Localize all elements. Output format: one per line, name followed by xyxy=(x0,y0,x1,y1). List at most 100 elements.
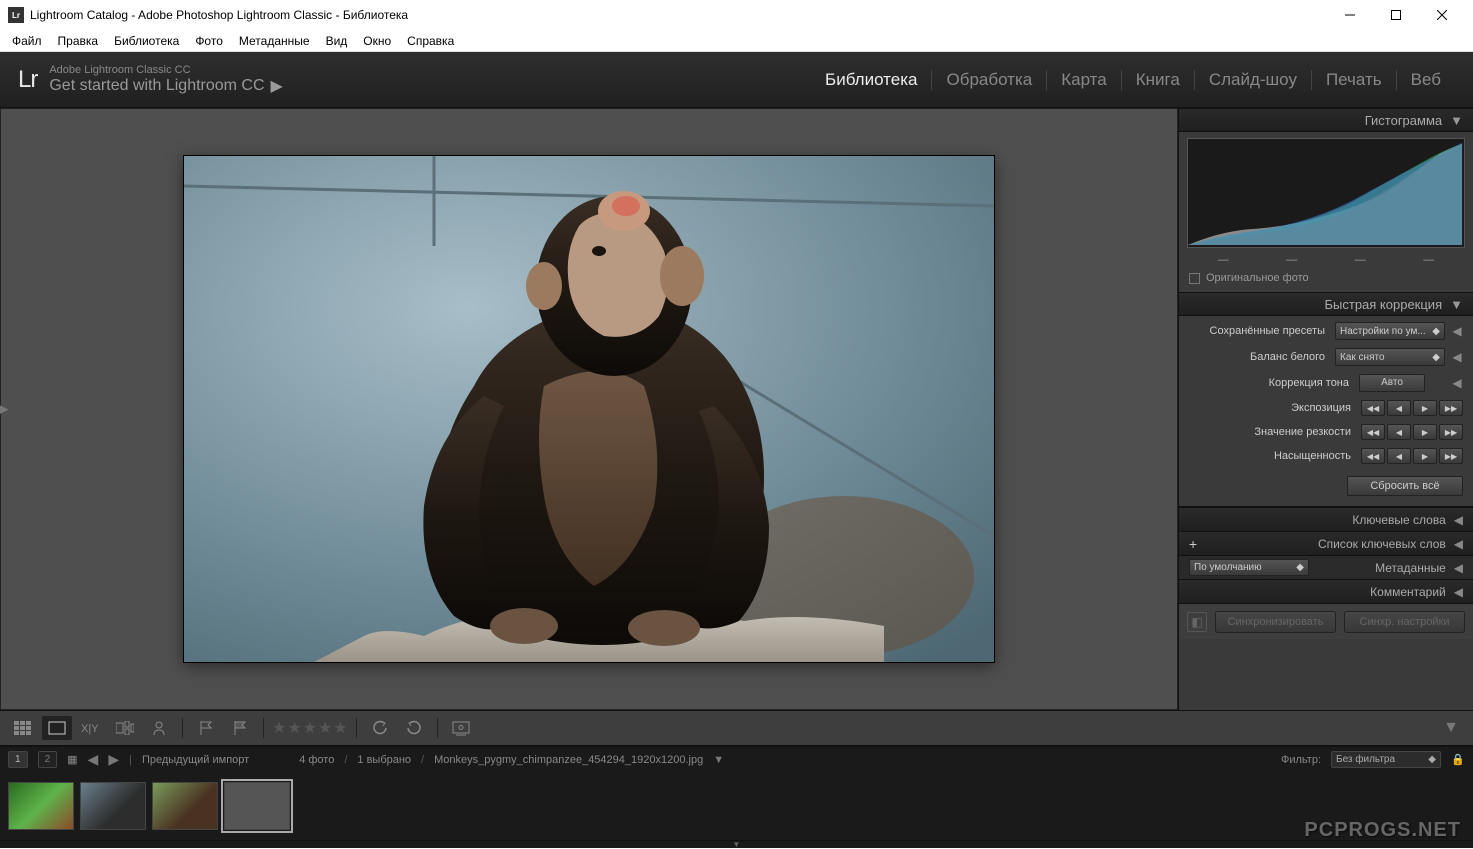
metadata-preset-select[interactable]: По умолчанию◆ xyxy=(1189,559,1309,576)
menu-metadata[interactable]: Метаданные xyxy=(231,31,318,51)
rotate-ccw-button[interactable] xyxy=(365,716,395,740)
exposure-big-plus[interactable]: ▶▶ xyxy=(1439,400,1463,416)
sync-button[interactable]: Синхронизировать xyxy=(1215,611,1336,633)
exposure-big-minus[interactable]: ◀◀ xyxy=(1361,400,1385,416)
histogram-display[interactable] xyxy=(1187,138,1465,248)
filter-lock-icon[interactable]: 🔒 xyxy=(1451,753,1465,767)
menu-help[interactable]: Справка xyxy=(399,31,462,51)
keyword-list-panel-header[interactable]: + Список ключевых слов ◀ xyxy=(1179,531,1473,555)
image-canvas[interactable]: ▶ xyxy=(0,108,1178,710)
close-button[interactable] xyxy=(1419,0,1465,30)
menu-file[interactable]: Файл xyxy=(4,31,50,51)
loupe-view-button[interactable] xyxy=(42,716,72,740)
grid-view-button[interactable] xyxy=(8,716,38,740)
filename-dropdown-icon[interactable]: ▼ xyxy=(713,754,724,766)
sharpness-big-plus[interactable]: ▶▶ xyxy=(1439,424,1463,440)
photo-count: 4 фото xyxy=(299,754,334,766)
metadata-panel-header[interactable]: По умолчанию◆ Метаданные ◀ xyxy=(1179,555,1473,579)
collapse-arrow-icon[interactable]: ◀ xyxy=(1451,376,1463,390)
survey-view-button[interactable] xyxy=(110,716,140,740)
right-panel: Гистограмма ▼ ———— Оригинальное фото Быс… xyxy=(1178,108,1473,710)
sharpness-minus[interactable]: ◀ xyxy=(1387,424,1411,440)
sync-row: ◧ Синхронизировать Синхр. настройки xyxy=(1179,603,1473,639)
header-getstarted[interactable]: Get started with Lightroom CC ▶ xyxy=(49,76,811,96)
module-slideshow[interactable]: Слайд-шоу xyxy=(1195,70,1312,90)
tone-corr-label: Коррекция тона xyxy=(1189,377,1353,389)
module-web[interactable]: Веб xyxy=(1397,70,1455,90)
expand-bottom-handle[interactable]: ▼ xyxy=(0,840,1473,848)
minimize-button[interactable] xyxy=(1327,0,1373,30)
saturation-minus[interactable]: ◀ xyxy=(1387,448,1411,464)
original-photo-label: Оригинальное фото xyxy=(1206,272,1309,284)
filmstrip-thumb[interactable] xyxy=(80,782,146,830)
saturation-stepper: ◀◀ ◀ ▶ ▶▶ xyxy=(1361,448,1463,464)
menu-edit[interactable]: Правка xyxy=(50,31,107,51)
menu-view[interactable]: Вид xyxy=(318,31,356,51)
loupe-photo[interactable] xyxy=(184,156,994,662)
auto-tone-button[interactable]: Авто xyxy=(1359,374,1425,392)
menu-photo[interactable]: Фото xyxy=(187,31,231,51)
module-book[interactable]: Книга xyxy=(1122,70,1195,90)
original-photo-checkbox[interactable] xyxy=(1189,273,1200,284)
secondary-monitor-button[interactable]: 2 xyxy=(38,751,58,768)
sharpness-big-minus[interactable]: ◀◀ xyxy=(1361,424,1385,440)
saturation-big-plus[interactable]: ▶▶ xyxy=(1439,448,1463,464)
people-view-button[interactable] xyxy=(144,716,174,740)
nav-back-button[interactable]: ◀ xyxy=(88,751,99,768)
expand-left-handle[interactable]: ▶ xyxy=(0,403,8,416)
primary-monitor-button[interactable]: 1 xyxy=(8,751,28,768)
module-map[interactable]: Карта xyxy=(1047,70,1122,90)
play-icon: ▶ xyxy=(271,76,283,96)
plus-icon[interactable]: + xyxy=(1189,536,1197,552)
filter-select[interactable]: Без фильтра◆ xyxy=(1331,751,1441,768)
star-rating[interactable]: ★★★★★ xyxy=(272,718,348,738)
white-balance-select[interactable]: Как снято◆ xyxy=(1335,348,1445,366)
flag-pick-button[interactable] xyxy=(191,716,221,740)
triangle-left-icon: ◀ xyxy=(1454,513,1463,527)
reset-all-button[interactable]: Сбросить всё xyxy=(1347,476,1463,496)
quick-develop-header[interactable]: Быстрая коррекция ▼ xyxy=(1179,292,1473,316)
menu-library[interactable]: Библиотека xyxy=(106,31,187,51)
saturation-plus[interactable]: ▶ xyxy=(1413,448,1437,464)
grid-toggle-icon[interactable]: ▦ xyxy=(67,753,77,766)
histogram-label: Гистограмма xyxy=(1365,113,1442,128)
svg-text:X|Y: X|Y xyxy=(81,723,99,735)
rotate-cw-button[interactable] xyxy=(399,716,429,740)
comments-panel-header[interactable]: Комментарий ◀ xyxy=(1179,579,1473,603)
triangle-left-icon: ◀ xyxy=(1454,537,1463,551)
saturation-label: Насыщенность xyxy=(1189,450,1355,462)
flag-reject-button[interactable] xyxy=(225,716,255,740)
slideshow-button[interactable] xyxy=(446,716,476,740)
keywords-panel-header[interactable]: Ключевые слова ◀ xyxy=(1179,507,1473,531)
app-icon: Lr xyxy=(8,7,24,23)
filmstrip-thumb[interactable] xyxy=(8,782,74,830)
filmstrip[interactable] xyxy=(0,772,1473,840)
filmstrip-thumb-selected[interactable] xyxy=(224,782,290,830)
histogram-panel-header[interactable]: Гистограмма ▼ xyxy=(1179,108,1473,132)
saved-presets-select[interactable]: Настройки по ум...◆ xyxy=(1335,322,1445,340)
selected-count: 1 выбрано xyxy=(357,754,411,766)
exposure-stepper: ◀◀ ◀ ▶ ▶▶ xyxy=(1361,400,1463,416)
module-print[interactable]: Печать xyxy=(1312,70,1397,90)
nav-forward-button[interactable]: ▶ xyxy=(108,751,119,768)
module-library[interactable]: Библиотека xyxy=(811,70,932,90)
exposure-plus[interactable]: ▶ xyxy=(1413,400,1437,416)
saved-presets-label: Сохранённые пресеты xyxy=(1189,325,1329,337)
exposure-minus[interactable]: ◀ xyxy=(1387,400,1411,416)
collapse-arrow-icon[interactable]: ◀ xyxy=(1451,324,1463,338)
filmstrip-thumb[interactable] xyxy=(152,782,218,830)
module-develop[interactable]: Обработка xyxy=(932,70,1047,90)
collapse-arrow-icon[interactable]: ◀ xyxy=(1451,350,1463,364)
library-toolbar: X|Y ★★★★★ ▼ xyxy=(0,710,1473,746)
saturation-big-minus[interactable]: ◀◀ xyxy=(1361,448,1385,464)
compare-view-button[interactable]: X|Y xyxy=(76,716,106,740)
toolbar-menu-button[interactable]: ▼ xyxy=(1437,719,1465,737)
sharpness-plus[interactable]: ▶ xyxy=(1413,424,1437,440)
menu-window[interactable]: Окно xyxy=(355,31,399,51)
maximize-button[interactable] xyxy=(1373,0,1419,30)
sync-settings-button[interactable]: Синхр. настройки xyxy=(1344,611,1465,633)
app-header: Lr Adobe Lightroom Classic CC Get starte… xyxy=(0,52,1473,108)
sync-toggle[interactable]: ◧ xyxy=(1187,612,1207,632)
window-title: Lightroom Catalog - Adobe Photoshop Ligh… xyxy=(30,8,1327,22)
source-label[interactable]: Предыдущий импорт xyxy=(142,754,249,766)
